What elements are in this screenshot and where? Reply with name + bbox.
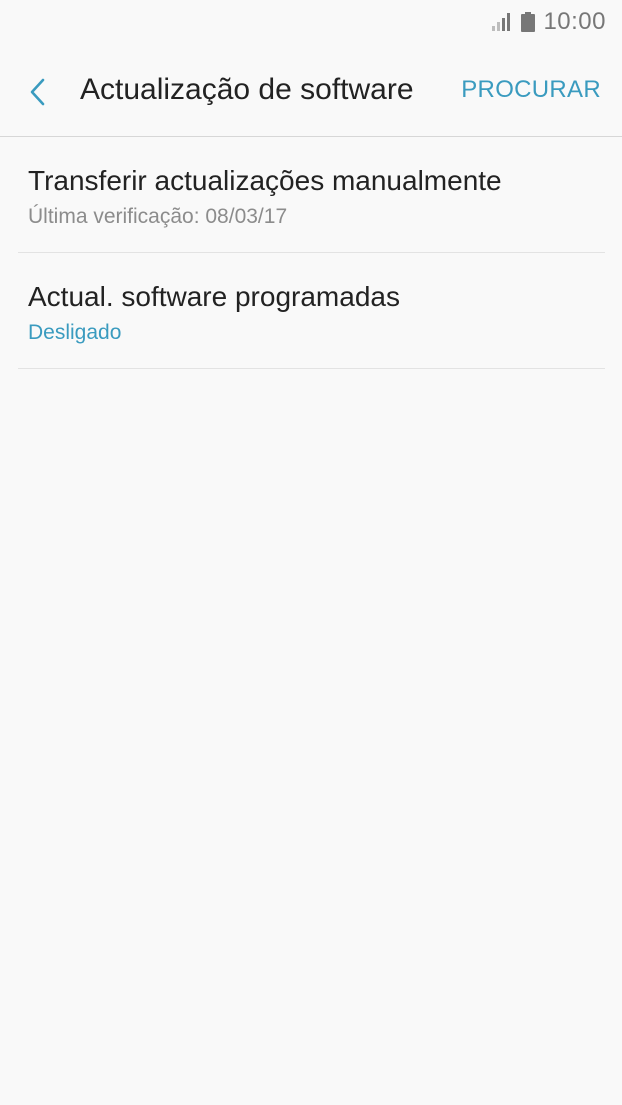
list-item-subtitle: Última verificação: 08/03/17 (28, 205, 288, 228)
list-item-manual-download[interactable]: Transferir actualizações manualmente Últ… (18, 137, 605, 253)
back-button[interactable] (20, 72, 56, 112)
status-icons: 10:00 (491, 8, 606, 36)
battery-icon (521, 12, 536, 32)
settings-list: Transferir actualizações manualmente Últ… (18, 137, 605, 369)
app-bar: Actualização de software PROCURAR (0, 44, 622, 137)
list-item-title: Transferir actualizações manualmente (28, 165, 502, 196)
list-item-title: Actual. software programadas (28, 281, 400, 312)
status-time: 10:00 (543, 8, 606, 35)
chevron-left-icon (30, 78, 45, 106)
list-item-scheduled-updates[interactable]: Actual. software programadas Desligado (18, 253, 605, 369)
search-button[interactable]: PROCURAR (461, 76, 601, 104)
status-bar: 10:00 (0, 0, 622, 44)
signal-icon (492, 13, 511, 31)
page-title: Actualização de software (80, 73, 414, 106)
status-value: Desligado (28, 321, 122, 344)
